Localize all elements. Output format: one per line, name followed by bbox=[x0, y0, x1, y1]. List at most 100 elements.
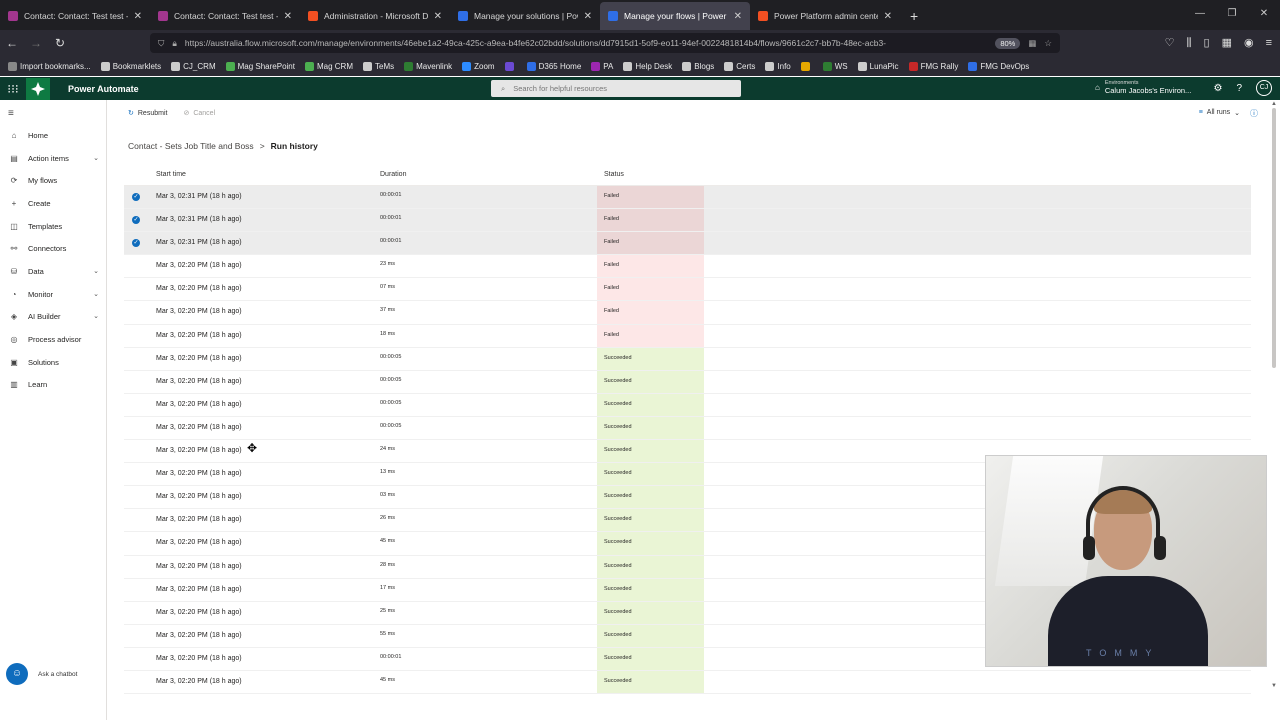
bookmark-item[interactable]: Help Desk bbox=[623, 61, 672, 71]
row-checkbox[interactable]: ✓ bbox=[132, 216, 140, 225]
chatbot-button[interactable]: ☺ Ask a chatbot bbox=[6, 663, 77, 685]
bookmark-item[interactable]: Certs bbox=[724, 61, 755, 71]
reload-icon[interactable]: ↻ bbox=[48, 36, 72, 50]
run-filter-dropdown[interactable]: ≡ All runs ⌄ bbox=[1199, 109, 1240, 117]
sidebar-item-ai-builder[interactable]: ◈ AI Builder ⌄ bbox=[0, 307, 107, 325]
column-header-status[interactable]: Status bbox=[604, 171, 624, 178]
table-row[interactable]: ✓ Mar 3, 02:31 PM (18 h ago) 00:00:01 Faile… bbox=[124, 186, 1251, 210]
start-time-link[interactable]: Mar 3, 02:20 PM (18 h ago) bbox=[156, 378, 242, 385]
start-time-link[interactable]: Mar 3, 02:20 PM (18 h ago) bbox=[156, 470, 242, 477]
sidebar-item-data[interactable]: ⛁ Data ⌄ bbox=[0, 262, 107, 280]
resubmit-button[interactable]: ↻ Resubmit bbox=[128, 109, 167, 118]
zoom-level[interactable]: 80% bbox=[995, 37, 1021, 49]
table-row[interactable]: Mar 3, 02:20 PM (18 h ago) 18 ms Failed bbox=[124, 324, 1251, 348]
start-time-link[interactable]: Mar 3, 02:31 PM (18 h ago) bbox=[156, 193, 242, 200]
url-text[interactable]: https://australia.flow.microsoft.com/man… bbox=[185, 38, 987, 48]
close-tab-icon[interactable]: ✕ bbox=[734, 11, 742, 22]
app-launcher-icon[interactable]: ⁝⁝⁝ bbox=[0, 82, 26, 96]
start-time-link[interactable]: Mar 3, 02:31 PM (18 h ago) bbox=[156, 239, 242, 246]
search-input[interactable]: ⌕ Search for helpful resources bbox=[491, 80, 741, 97]
window-close-icon[interactable]: ✕ bbox=[1248, 0, 1280, 28]
sidebar-item-connectors[interactable]: ⚯ Connectors bbox=[0, 239, 107, 257]
bookmark-item[interactable]: Info bbox=[765, 61, 791, 71]
table-row[interactable]: Mar 3, 02:20 PM (18 h ago) 45 ms Succeeded bbox=[124, 670, 1251, 695]
pocket-icon[interactable]: ♡ bbox=[1165, 30, 1175, 56]
start-time-link[interactable]: Mar 3, 02:20 PM (18 h ago) bbox=[156, 355, 242, 362]
column-header-start-time[interactable]: Start time bbox=[156, 171, 186, 178]
start-time-link[interactable]: Mar 3, 02:20 PM (18 h ago) bbox=[156, 401, 242, 408]
bookmark-item[interactable]: TeMs bbox=[363, 61, 394, 71]
table-row[interactable]: Mar 3, 02:20 PM (18 h ago) 00:00:05 Succee… bbox=[124, 347, 1251, 371]
breadcrumb-flow-link[interactable]: Contact - Sets Job Title and Boss bbox=[128, 141, 254, 151]
bookmark-item[interactable]: FMG Rally bbox=[908, 61, 958, 71]
new-tab-icon[interactable]: + bbox=[900, 8, 928, 30]
bookmark-item[interactable]: Mag SharePoint bbox=[225, 61, 295, 71]
table-row[interactable]: ✓ Mar 3, 02:31 PM (18 h ago) 00:00:01 Faile… bbox=[124, 209, 1251, 233]
start-time-link[interactable]: Mar 3, 02:20 PM (18 h ago) bbox=[156, 424, 242, 431]
bookmark-item[interactable]: FMG DevOps bbox=[968, 61, 1029, 71]
sidebar-item-process-advisor[interactable]: ◎ Process advisor bbox=[0, 330, 107, 348]
environment-picker[interactable]: ⌂ Environments Calum Jacobs's Environ... bbox=[1095, 79, 1191, 95]
bookmark-item[interactable]: Import bookmarks... bbox=[8, 61, 91, 71]
chevron-down-icon[interactable]: ⌄ bbox=[93, 290, 99, 298]
table-row[interactable]: Mar 3, 02:20 PM (18 h ago) 00:00:05 Succee… bbox=[124, 416, 1251, 441]
address-bar[interactable]: ⛉ 🔒︎ https://australia.flow.microsoft.co… bbox=[150, 33, 1060, 53]
bookmark-star-icon[interactable]: ☆ bbox=[1044, 38, 1052, 49]
browser-tab[interactable]: Administration - Microsoft Dyn ✕ bbox=[300, 2, 450, 30]
browser-tab[interactable]: Manage your flows | Power Aut ✕ bbox=[600, 2, 750, 30]
bookmark-item[interactable]: WS bbox=[822, 61, 848, 71]
table-row[interactable]: Mar 3, 02:20 PM (18 h ago) 00:00:05 Succee… bbox=[124, 370, 1251, 394]
table-row[interactable]: Mar 3, 02:20 PM (18 h ago) 23 ms Failed bbox=[124, 255, 1251, 279]
table-row[interactable]: Mar 3, 02:20 PM (18 h ago) 07 ms Failed bbox=[124, 278, 1251, 302]
scroll-up-icon[interactable]: ▲ bbox=[1271, 101, 1277, 107]
start-time-link[interactable]: Mar 3, 02:20 PM (18 h ago) bbox=[156, 332, 242, 339]
start-time-link[interactable]: Mar 3, 02:20 PM (18 h ago) bbox=[156, 586, 242, 593]
close-tab-icon[interactable]: ✕ bbox=[284, 11, 292, 22]
table-row[interactable]: ✓ Mar 3, 02:31 PM (18 h ago) 00:00:01 Faile… bbox=[124, 232, 1251, 256]
menu-icon[interactable]: ≡ bbox=[1266, 30, 1272, 56]
app-name[interactable]: Power Automate bbox=[68, 84, 139, 94]
profile-icon[interactable]: ◉ bbox=[1244, 30, 1254, 56]
bookmark-item[interactable]: PA bbox=[591, 61, 613, 71]
close-tab-icon[interactable]: ✕ bbox=[884, 11, 892, 22]
scrollbar-thumb[interactable] bbox=[1272, 108, 1276, 368]
start-time-link[interactable]: Mar 3, 02:20 PM (18 h ago) bbox=[156, 655, 242, 662]
browser-tab[interactable]: Contact: Contact: Test test - Po ✕ bbox=[0, 2, 150, 30]
sidebar-item-action-items[interactable]: ▤ Action items ⌄ bbox=[0, 149, 107, 167]
bookmark-item[interactable]: LunaPic bbox=[857, 61, 899, 71]
back-icon[interactable]: ← bbox=[0, 36, 24, 50]
row-checkbox[interactable]: ✓ bbox=[132, 193, 140, 201]
start-time-link[interactable]: Mar 3, 02:20 PM (18 h ago) bbox=[156, 308, 242, 315]
hamburger-icon[interactable]: ≡ bbox=[8, 108, 14, 119]
sidebar-item-learn[interactable]: ▥ Learn bbox=[0, 375, 107, 393]
bookmark-item[interactable] bbox=[504, 61, 517, 71]
sidebar-toggle-icon[interactable]: ▯ bbox=[1204, 30, 1210, 56]
column-header-duration[interactable]: Duration bbox=[380, 171, 406, 178]
chevron-down-icon[interactable]: ⌄ bbox=[93, 267, 99, 275]
start-time-link[interactable]: Mar 3, 02:31 PM (18 h ago) bbox=[156, 216, 242, 223]
bookmark-item[interactable]: Mavenlink bbox=[404, 61, 452, 71]
maximize-icon[interactable]: ❐ bbox=[1216, 0, 1248, 28]
sidebar-item-solutions[interactable]: ▣ Solutions bbox=[0, 353, 107, 371]
start-time-link[interactable]: Mar 3, 02:20 PM (18 h ago) bbox=[156, 516, 242, 523]
bookmark-item[interactable]: Mag CRM bbox=[304, 61, 353, 71]
start-time-link[interactable]: Mar 3, 02:20 PM (18 h ago) bbox=[156, 285, 242, 292]
chevron-down-icon[interactable]: ⌄ bbox=[93, 154, 99, 162]
sidebar-item-create[interactable]: + Create bbox=[0, 194, 107, 212]
row-checkbox[interactable]: ✓ bbox=[132, 239, 140, 248]
browser-tab[interactable]: Contact: Contact: Test test - Po ✕ bbox=[150, 2, 300, 30]
bookmark-item[interactable]: Blogs bbox=[682, 61, 714, 71]
start-time-link[interactable]: Mar 3, 02:20 PM (18 h ago) bbox=[156, 262, 242, 269]
scrollbar[interactable] bbox=[1272, 108, 1276, 678]
start-time-link[interactable]: Mar 3, 02:20 PM (18 h ago) bbox=[156, 632, 242, 639]
browser-tab[interactable]: Manage your solutions | Power ✕ bbox=[450, 2, 600, 30]
bookmark-item[interactable]: Bookmarklets bbox=[100, 61, 161, 71]
start-time-link[interactable]: Mar 3, 02:20 PM (18 h ago) bbox=[156, 609, 242, 616]
browser-tab[interactable]: Power Platform admin center ✕ bbox=[750, 2, 900, 30]
avatar[interactable]: CJ bbox=[1256, 80, 1272, 96]
table-row[interactable]: Mar 3, 02:20 PM (18 h ago) 37 ms Failed bbox=[124, 301, 1251, 325]
start-time-link[interactable]: Mar 3, 02:20 PM (18 h ago) bbox=[156, 447, 242, 454]
bookmark-item[interactable]: CJ_CRM bbox=[171, 61, 216, 71]
start-time-link[interactable]: Mar 3, 02:20 PM (18 h ago) bbox=[156, 539, 242, 546]
forward-icon[interactable]: → bbox=[24, 36, 48, 50]
